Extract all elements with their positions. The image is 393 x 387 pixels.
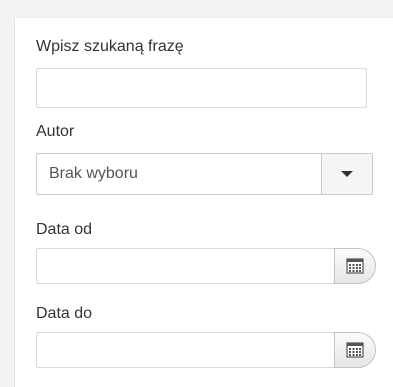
search-phrase-input[interactable] [36,68,367,108]
search-filter-panel: Wpisz szukaną frazę Autor Brak wyboru Da… [14,17,393,387]
date-to-calendar-button[interactable] [334,332,376,368]
date-from-input[interactable] [36,248,336,284]
search-phrase-label: Wpisz szukaną frazę [36,38,184,55]
calendar-icon [346,342,364,358]
author-label: Autor [36,123,75,140]
date-to-input[interactable] [36,332,336,368]
date-from-calendar-button[interactable] [334,248,376,284]
calendar-icon [346,258,364,274]
author-select-value: Brak wyboru [49,165,138,182]
author-select[interactable]: Brak wyboru [36,153,373,195]
date-from-label: Data od [36,221,93,238]
author-dropdown-button[interactable] [321,154,372,194]
chevron-down-icon [341,171,353,177]
date-to-label: Data do [36,305,93,322]
